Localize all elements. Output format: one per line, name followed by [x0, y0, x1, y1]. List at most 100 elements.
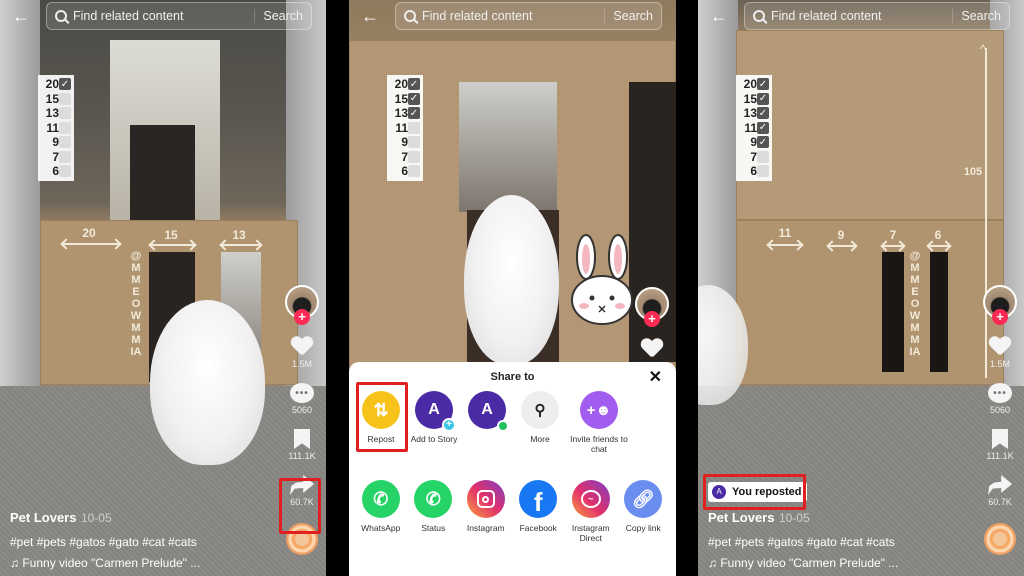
avatar-online-icon: A	[468, 391, 509, 432]
plus-badge-icon: +	[442, 418, 456, 432]
add-friend-icon: +☻	[580, 391, 618, 429]
music-disc-icon[interactable]	[984, 523, 1016, 555]
link-icon: 🔗︎	[624, 480, 663, 518]
screen-3-reposted: 11 9 7 6 @MMEOWMMIA ^ 105 20 ✓ 15 ✓ 13 ✓ 11…	[698, 0, 1024, 576]
checklist-row: 9	[41, 135, 71, 150]
screen-2-share-sheet: 20 ✓ 15 ✓ 13 ✓ 11 9 7 6 ← Find related cont…	[349, 0, 676, 576]
screen-1-video: 20 15 13 @MMEOWMMIA 20 ✓ 15 13 11 9 7 6 ←…	[0, 0, 326, 576]
checklist-row: 9 ✓	[750, 135, 769, 150]
search-input[interactable]: Find related content Search	[46, 2, 312, 30]
search-button[interactable]: Search	[952, 9, 1001, 23]
checkbox-empty	[408, 150, 420, 163]
check-icon: ✓	[757, 121, 769, 134]
top-bar: ← Find related content Search	[349, 2, 676, 30]
share-option-more[interactable]: ⚲ More	[514, 391, 566, 454]
username[interactable]: Pet Lovers	[10, 510, 76, 525]
bookmark-icon	[991, 429, 1008, 449]
checklist-row: 6	[390, 164, 420, 179]
size-checklist: 20 ✓ 15 13 11 9 7 6	[38, 75, 74, 181]
checkbox-empty	[757, 150, 769, 163]
checklist-row: 11 ✓	[744, 120, 769, 135]
highlight-box-repost	[356, 382, 408, 452]
checklist-row: 13 ✓	[394, 106, 420, 121]
follow-plus-icon[interactable]: +	[992, 309, 1008, 325]
checklist-row: 15 ✓	[743, 91, 769, 106]
instagram-icon	[466, 480, 505, 518]
check-icon: ✓	[408, 107, 420, 120]
width-arrow	[150, 244, 195, 246]
gap-label: 6	[934, 228, 942, 242]
follow-plus-icon[interactable]: +	[644, 311, 660, 327]
follow-plus-icon[interactable]: +	[294, 309, 310, 325]
check-icon: ✓	[408, 92, 420, 105]
music-note-icon: ♫	[708, 556, 721, 570]
comment-icon: •••	[988, 383, 1012, 403]
checklist-row: 9	[390, 135, 420, 150]
share-option-add-to-story[interactable]: A + Add to Story	[408, 391, 460, 454]
hashtags[interactable]: #pet #pets #gatos #gato #cat #cats	[708, 535, 898, 549]
search-button[interactable]: Search	[604, 9, 653, 23]
height-label: 105	[963, 166, 983, 178]
save-button[interactable]: 111.1K	[288, 429, 316, 461]
checkbox-empty	[59, 121, 71, 134]
gap-door	[459, 82, 557, 212]
action-rail: + 1.5M ••• 5060 111.1K 60.7K	[982, 285, 1018, 555]
checklist-row: 20 ✓	[394, 77, 420, 92]
search-placeholder: Find related content	[73, 9, 184, 23]
arrow-left-icon[interactable]: ←	[12, 6, 30, 26]
gap-label: 11	[778, 226, 792, 240]
share-button[interactable]: 60.7K	[988, 475, 1012, 507]
width-arrow	[828, 245, 856, 247]
like-button[interactable]: 1.5M	[291, 337, 313, 369]
share-option-facebook[interactable]: f Facebook	[513, 480, 565, 543]
facebook-icon: f	[519, 480, 558, 518]
like-button[interactable]	[641, 339, 663, 359]
username[interactable]: Pet Lovers	[708, 510, 774, 525]
search-input[interactable]: Find related content Search	[395, 2, 662, 30]
close-icon[interactable]: ✕	[649, 367, 662, 387]
checklist-row: 15 ✓	[394, 91, 420, 106]
search-icon	[404, 10, 416, 22]
cardboard-stack	[736, 30, 1004, 220]
share-option-whatsapp[interactable]: ✆ WhatsApp	[355, 480, 407, 543]
music-title[interactable]: Funny video "Carmen Prelude" ...	[22, 556, 200, 570]
save-button[interactable]: 111.1K	[986, 429, 1014, 461]
arrow-left-icon[interactable]: ←	[361, 6, 379, 26]
check-icon: ✓	[757, 136, 769, 149]
creator-avatar[interactable]: +	[285, 285, 319, 325]
comment-button[interactable]: ••• 5060	[988, 383, 1012, 415]
share-option-instagram[interactable]: Instagram	[460, 480, 512, 543]
checkbox-empty	[59, 107, 71, 120]
checkbox-empty	[757, 165, 769, 178]
search-icon: ⚲	[521, 391, 559, 429]
search-icon	[55, 10, 67, 22]
share-option-invite-friends[interactable]: +☻ Invite friends to chat	[567, 391, 631, 454]
hashtags[interactable]: #pet #pets #gatos #gato #cat #cats	[10, 535, 200, 549]
post-date: 10-05	[778, 511, 810, 525]
width-arrow	[882, 245, 904, 247]
search-input[interactable]: Find related content Search	[744, 2, 1010, 30]
search-button[interactable]: Search	[254, 9, 303, 23]
video-caption: Pet Lovers 10-05 #pet #pets #gatos #gato…	[10, 509, 200, 570]
watermark: @MMEOWMMIA	[909, 250, 921, 358]
share-option-contact[interactable]: A	[461, 391, 513, 454]
share-option-instagram-direct[interactable]: ~ Instagram Direct	[565, 480, 617, 543]
checkbox-empty	[59, 92, 71, 105]
comment-button[interactable]: ••• 5060	[290, 383, 314, 415]
like-button[interactable]: 1.5M	[989, 337, 1011, 369]
action-rail: +	[634, 287, 670, 359]
messenger-icon: ~	[571, 480, 610, 518]
checklist-row: 13 ✓	[743, 106, 769, 121]
arrow-left-icon[interactable]: ←	[710, 6, 728, 26]
creator-avatar[interactable]: +	[983, 285, 1017, 325]
share-option-copy-link[interactable]: 🔗︎ Copy link	[618, 480, 670, 543]
check-icon: ✓	[408, 78, 420, 91]
music-title[interactable]: Funny video "Carmen Prelude" ...	[720, 556, 898, 570]
whatsapp-icon: ✆	[361, 480, 400, 518]
share-option-status[interactable]: ✆ Status	[408, 480, 460, 543]
creator-avatar[interactable]: +	[635, 287, 669, 327]
avatar-add-icon: A +	[415, 391, 456, 432]
music-note-icon: ♫	[10, 556, 23, 570]
checkbox-empty	[408, 165, 420, 178]
heart-icon	[291, 337, 313, 357]
